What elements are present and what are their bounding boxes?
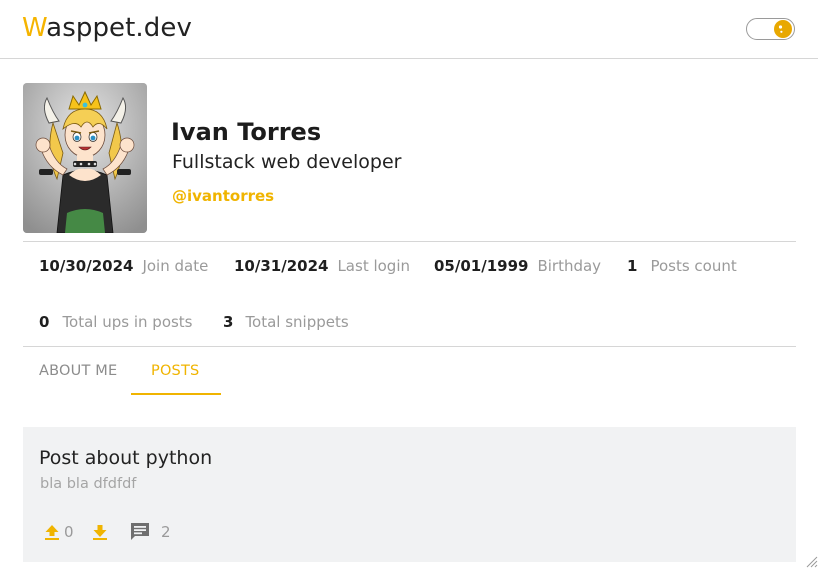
stat-label: Posts count [650,257,737,275]
stat-label: Total ups in posts [62,313,193,331]
divider [23,346,796,347]
tab-posts[interactable]: POSTS [151,363,199,379]
upvote-button[interactable]: 0 [42,520,74,544]
profile-handle[interactable]: @ivantorres [172,187,274,205]
site-logo[interactable]: Wasppet.dev [22,13,192,43]
arrow-up-bar-icon [45,525,59,540]
upvote-count: 0 [64,523,74,541]
comment-icon [131,523,149,540]
stat-value: 0 [39,313,50,331]
stat-value: 10/31/2024 [234,257,329,275]
stat-value: 05/01/1999 [434,257,529,275]
stat-label: Birthday [537,257,602,275]
stat-label: Total snippets [245,313,349,331]
stat-label: Last login [337,257,411,275]
arrow-down-bar-icon [93,525,107,540]
comments-button[interactable]: 2 [129,520,171,544]
stat-label: Join date [142,257,209,275]
stat-value: 1 [627,257,638,275]
active-tab-indicator [131,393,221,395]
stat-posts-count: 1 Posts count [627,257,737,275]
post-body: bla bla dfdfdf [40,476,137,492]
profile-name: Ivan Torres [171,118,322,146]
divider [23,241,796,242]
post-title[interactable]: Post about python [39,447,212,469]
stat-join-date: 10/30/2024 Join date [39,257,208,275]
sun-moon-icon [774,20,792,38]
downvote-button[interactable] [90,520,110,544]
profile-title: Fullstack web developer [172,151,402,173]
stat-total-ups: 0 Total ups in posts [39,313,193,331]
comment-count: 2 [161,523,171,541]
post-card[interactable]: Post about python bla bla dfdfdf 0 2 [23,427,796,562]
theme-toggle[interactable] [746,18,795,40]
stat-total-snippets: 3 Total snippets [223,313,349,331]
stat-value: 10/30/2024 [39,257,134,275]
stat-birthday: 05/01/1999 Birthday [434,257,601,275]
stat-value: 3 [223,313,234,331]
avatar [23,83,147,233]
resize-grip-icon[interactable] [804,554,818,568]
stat-last-login: 10/31/2024 Last login [234,257,410,275]
tab-about-me[interactable]: ABOUT ME [39,363,117,379]
app-header: Wasppet.dev [0,0,818,59]
